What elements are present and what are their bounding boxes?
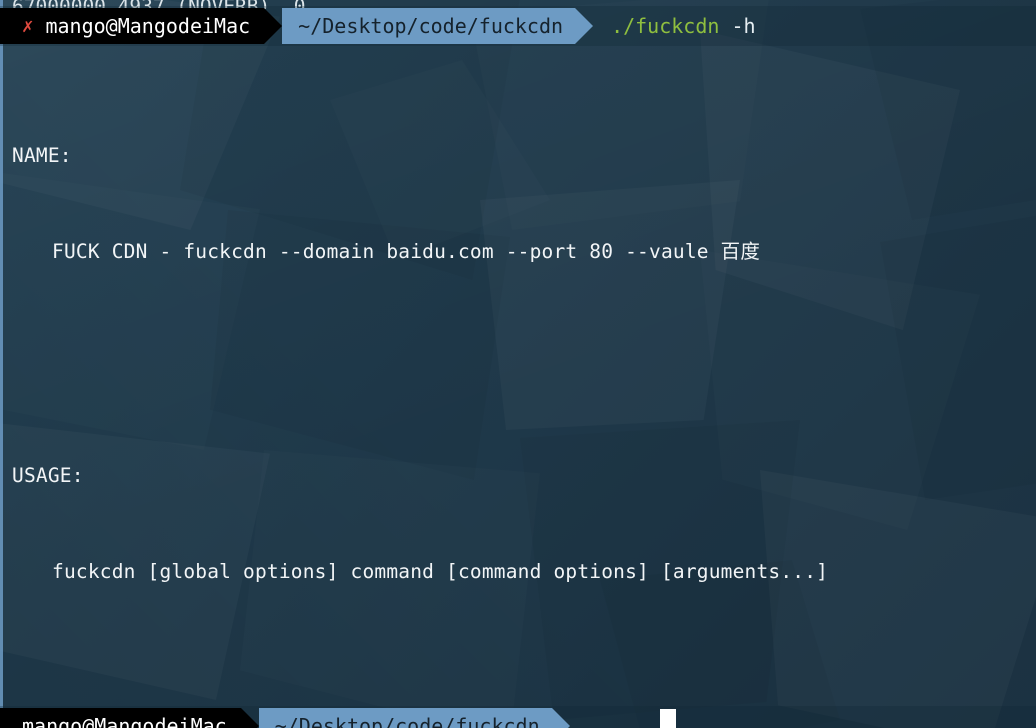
prompt-command: ./fuckcdn [611,14,720,38]
prompt-command-area[interactable]: ./fuckcdn -h [593,10,755,42]
terminal-window[interactable]: 67000000 4937 (NOVERB) 0 ✗ mango@Mangode… [0,0,1036,728]
prompt-line-top[interactable]: ✗ mango@MangodeiMac ~/Desktop/code/fuckc… [0,8,1036,44]
prompt-user-host: mango@MangodeiMac [45,14,251,38]
name-heading: NAME: [12,144,72,167]
prompt-user-host: mango@MangodeiMac [22,714,227,728]
prompt-separator-user-icon [264,8,283,44]
prompt-user-segment: mango@MangodeiMac [0,708,241,728]
prompt-path-segment: ~/Desktop/code/fuckcdn [282,8,576,44]
command-output: NAME: FUCK CDN - fuckcdn --domain baidu.… [0,44,1036,728]
prompt-path-segment: ~/Desktop/code/fuckcdn [258,708,552,728]
name-body: FUCK CDN - fuckcdn --domain baidu.com --… [52,240,761,263]
cross-mark-icon: ✗ [22,15,34,37]
prompt-command-args: -h [731,14,756,38]
usage-body: fuckcdn [global options] command [comman… [52,560,829,583]
prompt-separator-path-icon [551,708,570,728]
prompt-user-segment: ✗ mango@MangodeiMac [0,8,265,44]
prompt-separator-user-icon [240,708,259,728]
text-cursor[interactable] [660,709,676,728]
prompt-separator-path-icon [575,8,594,44]
prompt-line-bottom[interactable]: mango@MangodeiMac ~/Desktop/code/fuckcdn [0,708,1036,728]
usage-heading: USAGE: [12,464,84,487]
